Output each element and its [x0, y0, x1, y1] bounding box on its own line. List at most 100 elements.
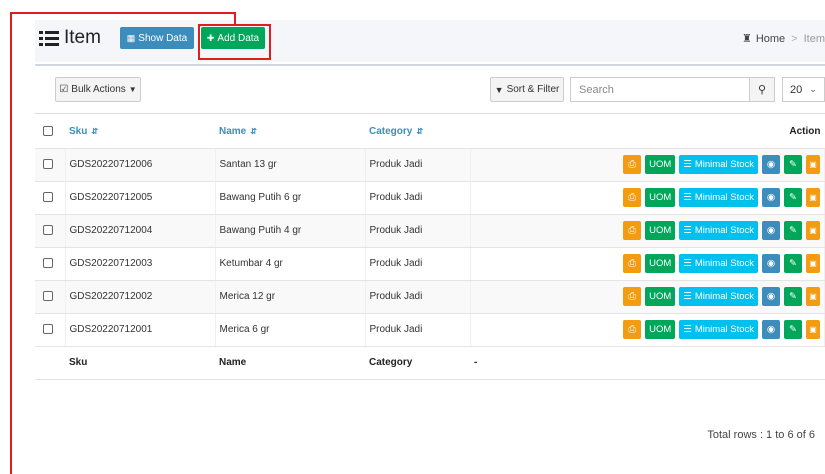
- view-button[interactable]: ◉: [762, 320, 780, 339]
- edit-button[interactable]: ✎: [784, 188, 802, 207]
- list-icon: ☰: [683, 159, 692, 170]
- row-checkbox[interactable]: [43, 225, 53, 236]
- cell-sku: GDS20220712003: [65, 247, 216, 281]
- trash-icon: ▣: [809, 160, 817, 169]
- column-header-sku[interactable]: Sku ⇵: [65, 115, 215, 149]
- uom-button[interactable]: UOM: [645, 320, 676, 339]
- footer-action: -: [470, 346, 825, 380]
- delete-button[interactable]: ▣: [806, 188, 820, 207]
- cell-sku: GDS20220712002: [65, 280, 216, 314]
- minimal-stock-button[interactable]: ☰ Minimal Stock: [679, 287, 758, 306]
- search-button[interactable]: ⚲: [749, 77, 775, 102]
- column-header-sku-label: Sku: [69, 125, 88, 137]
- uom-button[interactable]: UOM: [645, 188, 676, 207]
- annotation-line: [10, 12, 236, 14]
- edit-button[interactable]: ✎: [784, 287, 802, 306]
- footer-category: Category: [365, 346, 470, 380]
- delete-button[interactable]: ▣: [806, 320, 820, 339]
- delete-button[interactable]: ▣: [806, 221, 820, 240]
- sort-icon: ⇵: [250, 126, 257, 136]
- page-title: Item: [39, 27, 101, 49]
- breadcrumb-current: Item: [803, 32, 825, 45]
- minimal-stock-button[interactable]: ☰ Minimal Stock: [679, 188, 758, 207]
- bulk-actions-button[interactable]: ☑ Bulk Actions ▼: [55, 77, 141, 102]
- print-button[interactable]: ⎙: [623, 320, 642, 339]
- view-button[interactable]: ◉: [762, 155, 780, 174]
- print-icon: ⎙: [628, 258, 636, 269]
- list-icon: ☰: [683, 192, 692, 203]
- column-header-name[interactable]: Name ⇵: [215, 115, 365, 149]
- view-button[interactable]: ◉: [762, 221, 780, 240]
- cell-category: Produk Jadi: [365, 214, 471, 248]
- cell-name: Merica 6 gr: [215, 313, 366, 347]
- column-header-name-label: Name: [219, 125, 247, 137]
- breadcrumb-home[interactable]: Home: [756, 33, 785, 45]
- row-checkbox[interactable]: [43, 192, 53, 203]
- caret-down-icon: ▼: [128, 85, 137, 94]
- print-button[interactable]: ⎙: [623, 188, 642, 207]
- view-button[interactable]: ◉: [762, 287, 780, 306]
- table-footer-row: Sku Name Category -: [35, 346, 825, 380]
- page-title-text: Item: [64, 27, 101, 48]
- print-button[interactable]: ⎙: [623, 254, 642, 273]
- minimal-stock-button[interactable]: ☰ Minimal Stock: [679, 155, 758, 174]
- cell-category: Produk Jadi: [365, 181, 471, 215]
- annotation-line: [10, 12, 12, 474]
- cell-sku: GDS20220712005: [65, 181, 216, 215]
- print-icon: ⎙: [628, 192, 636, 203]
- edit-button[interactable]: ✎: [784, 320, 802, 339]
- edit-button[interactable]: ✎: [784, 155, 802, 174]
- edit-button[interactable]: ✎: [784, 221, 802, 240]
- sort-filter-button[interactable]: ▼ Sort & Filter: [490, 77, 564, 102]
- column-header-category-label: Category: [369, 125, 413, 137]
- list-icon: ☰: [683, 225, 692, 236]
- minimal-stock-button[interactable]: ☰ Minimal Stock: [679, 221, 758, 240]
- delete-button[interactable]: ▣: [806, 155, 820, 174]
- print-button[interactable]: ⎙: [623, 287, 642, 306]
- uom-button[interactable]: UOM: [645, 254, 676, 273]
- row-checkbox[interactable]: [43, 159, 53, 170]
- list-icon: ☰: [683, 258, 692, 269]
- edit-button[interactable]: ✎: [784, 254, 802, 273]
- annotation-highlight-box: [198, 24, 271, 60]
- page: Item ▦ Show Data ✚ Add Data ♜ Home > Ite…: [0, 0, 825, 474]
- pencil-icon: ✎: [789, 324, 797, 335]
- row-actions: ⎙ UOM ☰ Minimal Stock ◉ ✎ ▣: [475, 155, 825, 174]
- uom-button[interactable]: UOM: [645, 155, 676, 174]
- search-input[interactable]: [570, 77, 750, 102]
- cell-actions: ⎙ UOM ☰ Minimal Stock ◉ ✎ ▣: [470, 181, 825, 215]
- minimal-stock-button[interactable]: ☰ Minimal Stock: [679, 320, 758, 339]
- minimal-stock-button[interactable]: ☰ Minimal Stock: [679, 254, 758, 273]
- print-button[interactable]: ⎙: [623, 155, 642, 174]
- row-checkbox[interactable]: [43, 291, 53, 302]
- row-actions: ⎙ UOM ☰ Minimal Stock ◉ ✎ ▣: [475, 188, 825, 207]
- view-button[interactable]: ◉: [762, 254, 780, 273]
- row-select-cell: [35, 181, 66, 215]
- row-actions: ⎙ UOM ☰ Minimal Stock ◉ ✎ ▣: [475, 221, 825, 240]
- print-icon: ⎙: [628, 291, 636, 302]
- minimal-stock-label: Minimal Stock: [694, 225, 754, 236]
- per-page-select[interactable]: 20 ⌄: [782, 77, 825, 102]
- row-select-cell: [35, 148, 66, 182]
- uom-button[interactable]: UOM: [645, 287, 676, 306]
- filter-icon: ▼: [494, 84, 504, 95]
- select-all-checkbox[interactable]: [43, 126, 53, 137]
- row-checkbox[interactable]: [43, 324, 53, 335]
- uom-button[interactable]: UOM: [645, 221, 676, 240]
- delete-button[interactable]: ▣: [806, 254, 820, 273]
- minimal-stock-label: Minimal Stock: [694, 324, 754, 335]
- table-row: GDS20220712006 Santan 13 gr Produk Jadi ⎙ UO…: [35, 148, 825, 182]
- row-checkbox[interactable]: [43, 258, 53, 269]
- view-button[interactable]: ◉: [762, 188, 780, 207]
- sort-icon: ⇵: [91, 126, 99, 136]
- column-header-category[interactable]: Category ⇵: [365, 115, 470, 149]
- eye-icon: ◉: [766, 258, 776, 269]
- show-data-button[interactable]: ▦ Show Data: [120, 27, 194, 49]
- search-icon: ⚲: [757, 84, 767, 96]
- print-button[interactable]: ⎙: [623, 221, 642, 240]
- sort-icon: ⇵: [416, 126, 424, 136]
- row-actions: ⎙ UOM ☰ Minimal Stock ◉ ✎ ▣: [475, 254, 825, 273]
- delete-button[interactable]: ▣: [806, 287, 820, 306]
- pencil-icon: ✎: [789, 159, 797, 170]
- list-icon: ☰: [683, 291, 692, 302]
